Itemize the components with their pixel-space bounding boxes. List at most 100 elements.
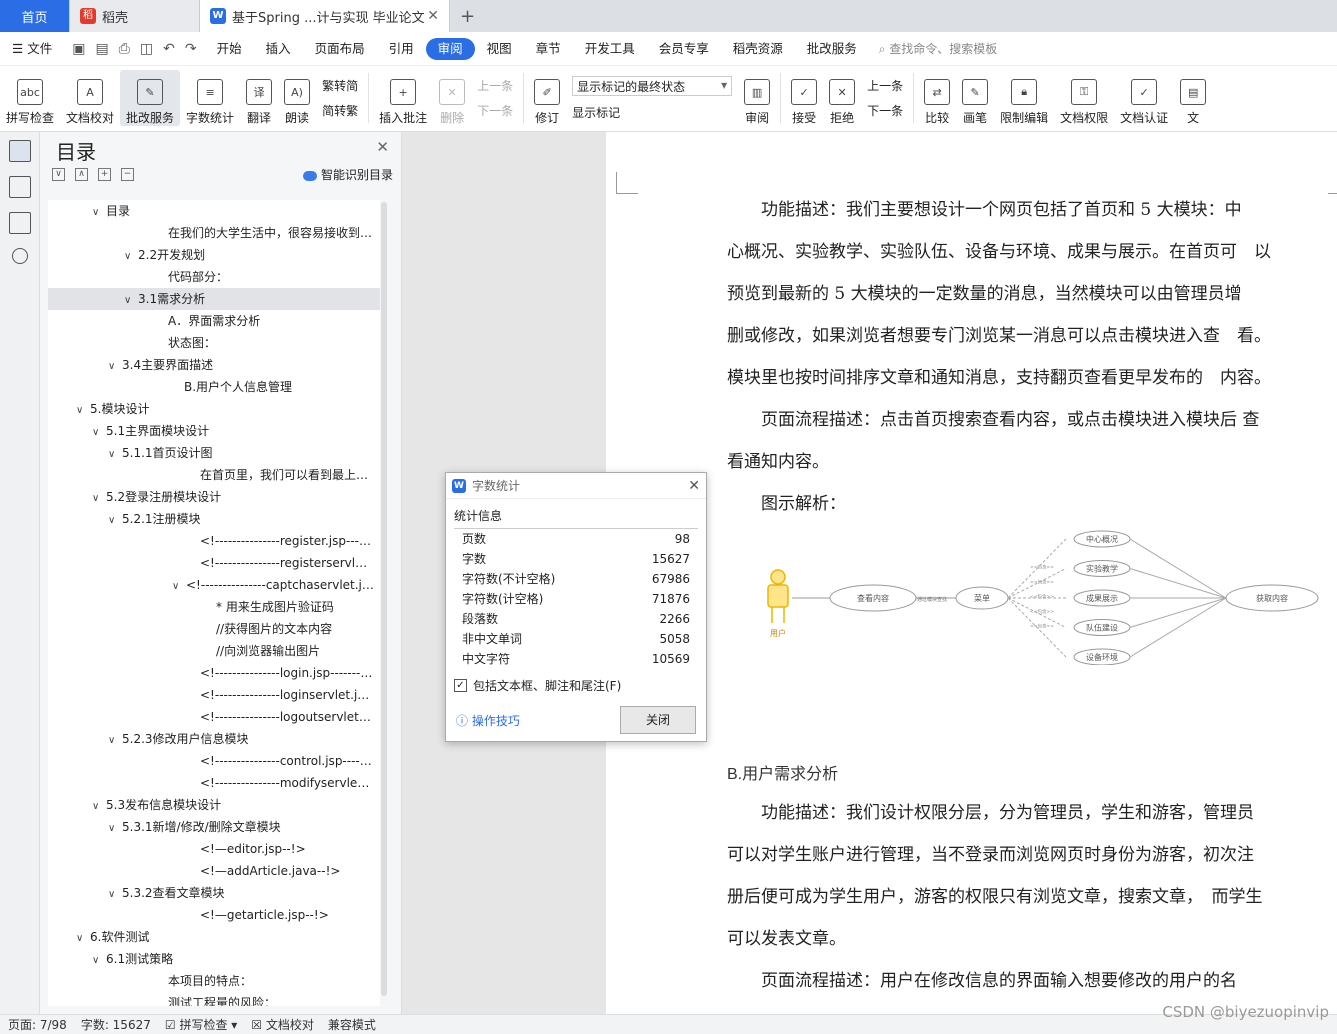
redo-icon[interactable]: ↷ [185,41,197,57]
chevron-down-icon[interactable]: ∨ [124,290,138,310]
toc-item[interactable]: ∨ 2.2开发规划 [48,244,380,266]
doc-permission-button[interactable]: ⚿ 文档权限 [1054,70,1114,126]
toc-scrollbar[interactable] [381,202,387,996]
toc-item[interactable]: //向浏览器输出图片 [48,640,380,662]
remove-level-icon[interactable]: − [121,168,134,181]
new-tab-button[interactable]: + [450,0,485,32]
compare-button[interactable]: ⇄ 比较 [918,70,956,126]
doc-check-button[interactable]: A 文档校对 [60,70,120,126]
toc-item[interactable]: 代码部分： [48,266,380,288]
page-indicator[interactable]: 页面: 7/98 [8,1016,67,1033]
toc-item[interactable]: 状态图： [48,332,380,354]
toc-item[interactable]: ∨ 5.2登录注册模块设计 [48,486,380,508]
toc-item[interactable]: ∨ 5.模块设计 [48,398,380,420]
dialog-header[interactable]: W 字数统计 ✕ [446,473,706,499]
menu-daoke-resources[interactable]: 稻壳资源 [721,38,795,60]
toc-item[interactable]: 在我们的大学生活中，很容易接收到不同渠道的消息 [48,222,380,244]
next-change-button[interactable]: 下一条 [867,102,903,119]
trad-to-simp-button[interactable]: 繁转简 [322,77,358,94]
tips-link[interactable]: ⓘ 操作技巧 [456,712,520,729]
collapse-all-icon[interactable]: ∨ [52,168,65,181]
toc-item[interactable]: <!---------------registerservlet.java---… [48,552,380,574]
prev-comment-button[interactable]: 上一条 [477,77,513,94]
menu-devtools[interactable]: 开发工具 [573,38,647,60]
menu-reference[interactable]: 引用 [377,38,426,60]
chevron-down-icon[interactable]: ∨ [172,576,186,596]
tab-daoke[interactable]: 稻稻壳 [70,0,200,32]
toc-item[interactable]: ∨ 5.3.1新增/修改/删除文章模块 [48,816,380,838]
add-level-icon[interactable]: + [98,168,111,181]
chevron-down-icon[interactable]: ∨ [92,202,106,222]
chevron-down-icon[interactable]: ∨ [108,884,122,904]
toc-item[interactable]: 测试工程量的风险： [48,992,380,1006]
tab-home[interactable]: 首页 [0,0,70,32]
toc-item[interactable]: <!---------------modifyservlet.java-----… [48,772,380,794]
toc-item[interactable]: <!---------------logoutservlet----------… [48,706,380,728]
tab-document[interactable]: W 基于Spring ...计与实现 毕业论文 ✕ [200,0,450,32]
chevron-down-icon[interactable]: ∨ [124,246,138,266]
chevron-down-icon[interactable]: ∨ [92,488,106,508]
pen-button[interactable]: ✎ 画笔 [956,70,994,126]
chapter-pane-icon[interactable] [9,176,31,198]
toc-item[interactable]: <!—getarticle.jsp--!> [48,904,380,926]
menu-view[interactable]: 视图 [475,38,524,60]
spell-check-button[interactable]: abc 拼写检查 [0,70,60,126]
track-changes-button[interactable]: ✐ 修订 [528,70,566,126]
menu-correction[interactable]: 批改服务 [795,38,869,60]
more-ribbon-button[interactable]: ▤ 文 [1174,70,1212,126]
review-pane-button[interactable]: ▥ 审阅 [738,70,776,126]
toc-item[interactable]: <!—addArticle.java--!> [48,860,380,882]
toc-item[interactable]: ∨ 6.软件测试 [48,926,380,948]
close-icon[interactable]: ✕ [376,138,389,156]
toc-item[interactable]: 本项目的特点： [48,970,380,992]
toc-item[interactable]: A．界面需求分析 [48,310,380,332]
toc-item[interactable]: <!—editor.jsp--!> [48,838,380,860]
toc-item[interactable]: ∨ 6.1测试策略 [48,948,380,970]
menu-layout[interactable]: 页面布局 [303,38,377,60]
toc-item[interactable]: * 用来生成图片验证码 [48,596,380,618]
toc-item[interactable]: <!---------------loginservlet.java------… [48,684,380,706]
toc-item[interactable]: ∨ 目录 [48,200,380,222]
delete-comment-button[interactable]: ✕ 删除 [433,70,471,126]
preview-icon[interactable]: ◫ [140,41,153,57]
accept-button[interactable]: ✓ 接受 [785,70,823,126]
toc-item[interactable]: ∨ 5.3发布信息模块设计 [48,794,380,816]
chevron-down-icon[interactable]: ∨ [92,950,106,970]
toc-item[interactable]: <!---------------login.jsp--------------… [48,662,380,684]
chevron-down-icon[interactable]: ∨ [92,422,106,442]
chevron-down-icon[interactable]: ∨ [108,510,122,530]
search-icon[interactable] [12,248,28,264]
print-icon[interactable]: ⎙ [119,41,130,57]
toc-item[interactable]: ∨ 3.4主要界面描述 [48,354,380,376]
doc-auth-button[interactable]: ✓ 文档认证 [1114,70,1174,126]
show-markup-button[interactable]: 显示标记 [572,104,732,121]
next-comment-button[interactable]: 下一条 [477,102,513,119]
chevron-down-icon[interactable]: ∨ [92,796,106,816]
chevron-down-icon[interactable]: ∨ [108,730,122,750]
word-count-indicator[interactable]: 字数: 15627 [81,1016,151,1033]
close-tab-icon[interactable]: ✕ [427,8,439,24]
toc-item[interactable]: ∨ 5.3.2查看文章模块 [48,882,380,904]
smart-toc-button[interactable]: 智能识别目录 [302,166,393,183]
bookmark-icon[interactable] [9,212,31,234]
toc-item[interactable]: ∨ 5.1.1首页设计图 [48,442,380,464]
toc-item[interactable]: <!---------------control.jsp------------… [48,750,380,772]
command-search[interactable]: ⌕ 查找命令、搜索模板 [879,40,998,57]
prev-change-button[interactable]: 上一条 [867,77,903,94]
translate-button[interactable]: 译翻译 [240,70,278,126]
markup-state-select[interactable]: 显示标记的最终状态 [572,75,733,96]
toc-pane-icon[interactable] [9,140,31,162]
toc-item[interactable]: ∨ 3.1需求分析 [48,288,380,310]
toc-item[interactable]: //获得图片的文本内容 [48,618,380,640]
file-menu[interactable]: ☰ 文件 [0,38,64,60]
chevron-down-icon[interactable]: ∨ [108,356,122,376]
chevron-down-icon[interactable]: ∨ [76,928,90,948]
chevron-down-icon[interactable]: ∨ [108,444,122,464]
save-icon[interactable]: ▣ [72,41,85,57]
toc-item[interactable]: B.用户个人信息管理 [48,376,380,398]
include-textbox-checkbox[interactable]: ✓ 包括文本框、脚注和尾注(F) [446,669,706,702]
chevron-down-icon[interactable]: ∨ [76,400,90,420]
toc-item[interactable]: ∨ 5.2.1注册模块 [48,508,380,530]
insert-comment-button[interactable]: + 插入批注 [373,70,433,126]
toc-item[interactable]: ∨<!---------------captchaservlet.java---… [48,574,380,596]
